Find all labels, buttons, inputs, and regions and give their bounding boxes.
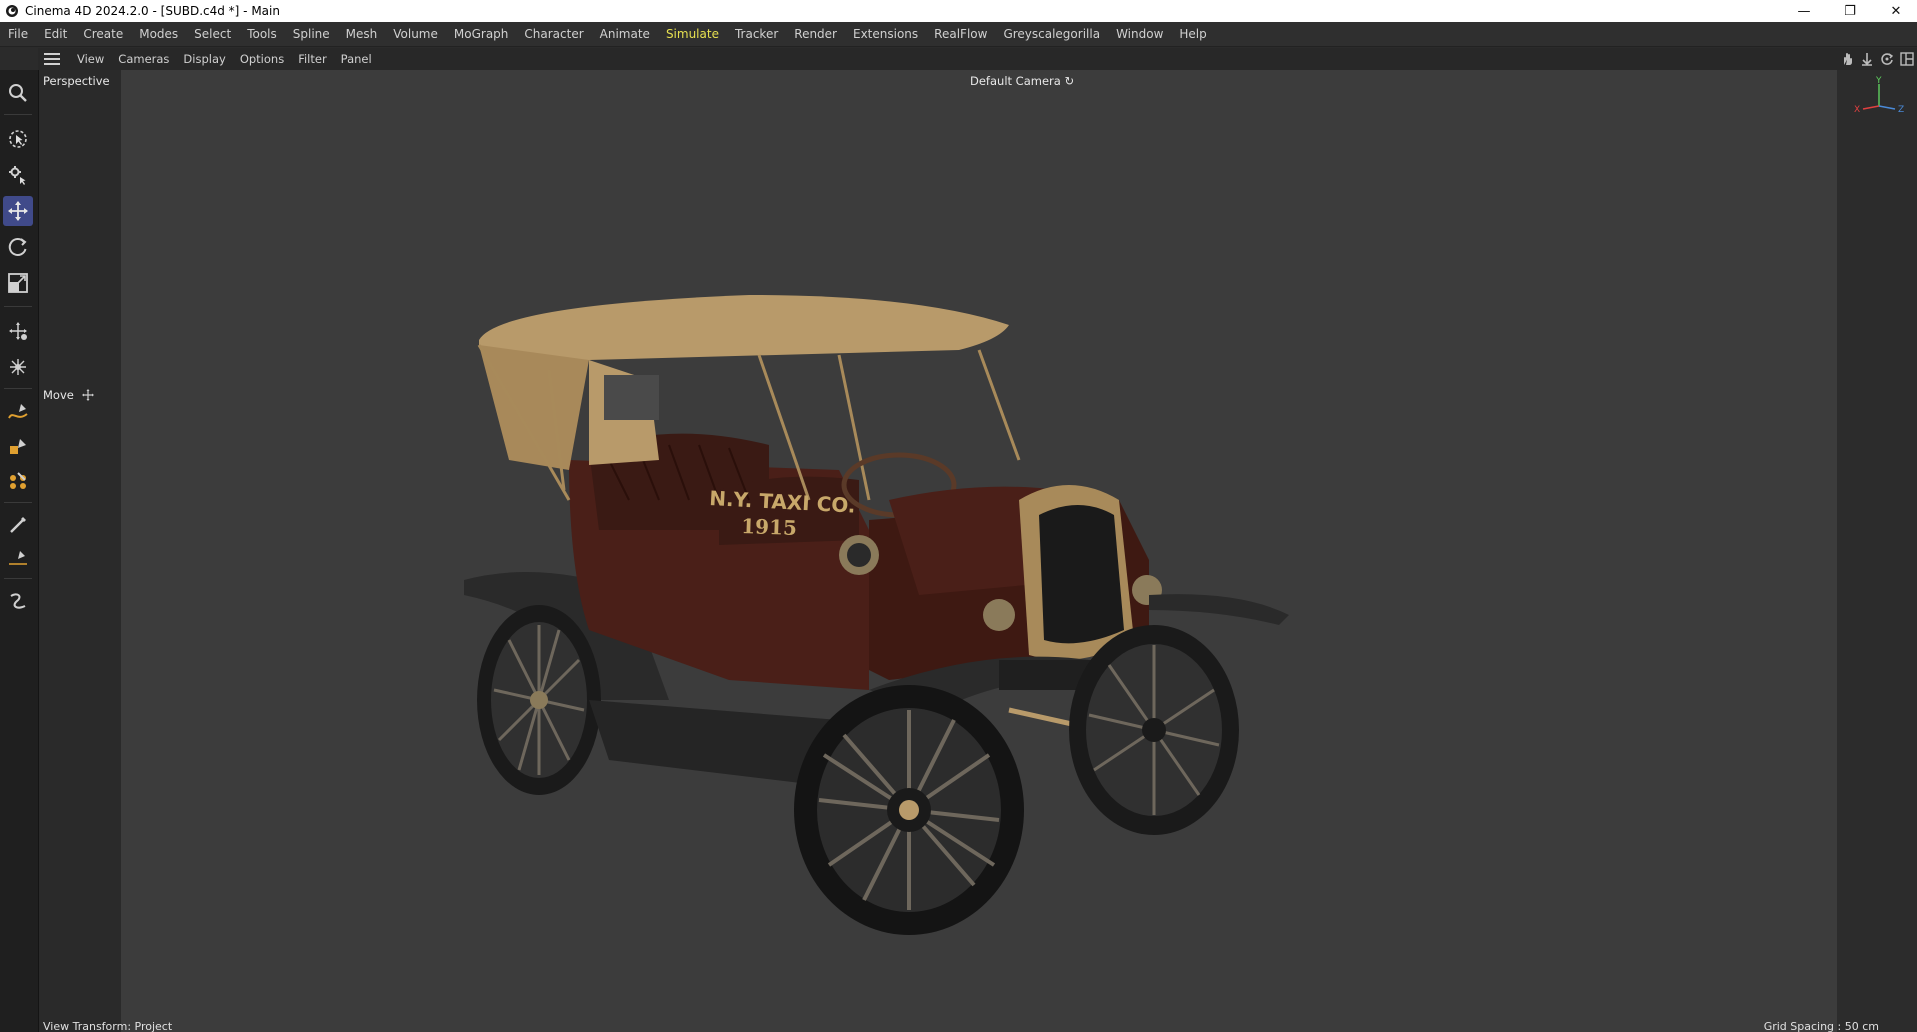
viewmenu-display[interactable]: Display <box>176 52 232 66</box>
menu-file[interactable]: File <box>0 22 36 46</box>
grid-spacing-status: Grid Spacing : 50 cm <box>1763 1020 1879 1032</box>
spline-sketch-icon <box>10 439 26 454</box>
scale-tool-button[interactable] <box>3 268 33 298</box>
menu-simulate[interactable]: Simulate <box>658 22 727 46</box>
axis-gizmo: Y X Z <box>1854 76 1904 115</box>
switch-layout-icon[interactable] <box>1897 49 1917 69</box>
menu-edit[interactable]: Edit <box>36 22 75 46</box>
brush-tool-button[interactable] <box>3 510 33 540</box>
rotate-icon <box>8 238 27 256</box>
spline-curve-icon <box>10 593 26 609</box>
move-tool-button[interactable] <box>3 196 33 226</box>
brush-icon <box>10 517 26 533</box>
menu-render[interactable]: Render <box>786 22 845 46</box>
menu-spline[interactable]: Spline <box>285 22 338 46</box>
menu-tracker[interactable]: Tracker <box>727 22 786 46</box>
spline-pen-icon <box>8 404 28 419</box>
taxi-car-model[interactable]: N.Y. TAXI CO. 1915 <box>419 200 1439 1000</box>
viewport-perspective[interactable]: Perspective Default Camera ↻ Move Y X Z <box>39 70 1917 1032</box>
placement-icon <box>10 359 26 375</box>
spline-pen-button[interactable] <box>3 398 33 428</box>
axis-y-label: Y <box>1875 76 1882 86</box>
knife-line-icon <box>9 551 27 565</box>
projection-label[interactable]: Perspective <box>43 74 110 88</box>
viewport-menu-bar: View Cameras Display Options Filter Pane… <box>38 48 1917 70</box>
spline-smooth-button[interactable] <box>3 466 33 496</box>
viewmenu-view[interactable]: View <box>70 52 111 66</box>
transfer-tool-button[interactable] <box>3 316 33 346</box>
search-tool-button[interactable] <box>3 78 33 108</box>
close-icon: ✕ <box>1890 3 1902 19</box>
front-right-wheel <box>1069 625 1239 835</box>
transfer-icon <box>9 322 27 340</box>
menu-create[interactable]: Create <box>75 22 131 46</box>
viewmenu-options[interactable]: Options <box>233 52 291 66</box>
viewmenu-filter[interactable]: Filter <box>291 52 333 66</box>
dolly-view-icon[interactable] <box>1857 49 1877 69</box>
restore-icon: ❐ <box>1844 3 1856 19</box>
axis-x-label: X <box>1854 105 1860 115</box>
pan-view-icon[interactable] <box>1837 49 1857 69</box>
menu-volume[interactable]: Volume <box>385 22 446 46</box>
spline-smooth-icon <box>10 472 26 489</box>
live-selection-button[interactable] <box>3 124 33 154</box>
camera-name: Default Camera <box>970 74 1061 88</box>
knife-tool-button[interactable] <box>3 544 33 574</box>
menu-mesh[interactable]: Mesh <box>338 22 386 46</box>
viewport-left-margin <box>39 70 121 1032</box>
left-tool-palette <box>0 70 39 1032</box>
minimize-icon: — <box>1797 3 1811 19</box>
placement-tool-button[interactable] <box>3 352 33 382</box>
menu-character[interactable]: Character <box>516 22 591 46</box>
camera-switch-icon[interactable]: ↻ <box>1064 74 1074 88</box>
viewport-right-margin <box>1837 70 1917 1032</box>
rear-wheel <box>477 605 601 795</box>
close-button[interactable]: ✕ <box>1873 0 1917 22</box>
hamburger-menu-icon[interactable] <box>44 53 60 65</box>
minimize-button[interactable]: — <box>1781 0 1827 22</box>
move-small-icon <box>81 389 94 401</box>
active-tool-hud: Move <box>43 388 94 402</box>
spline-sketch-button[interactable] <box>3 432 33 462</box>
menu-animate[interactable]: Animate <box>592 22 658 46</box>
taxi-text-line2: 1915 <box>741 514 797 540</box>
spline-mask-button[interactable] <box>3 586 33 616</box>
menu-extensions[interactable]: Extensions <box>845 22 926 46</box>
front-left-wheel <box>794 685 1024 935</box>
menu-mograph[interactable]: MoGraph <box>446 22 517 46</box>
view-transform-status: View Transform: Project <box>43 1020 173 1032</box>
menu-modes[interactable]: Modes <box>131 22 186 46</box>
transform-tools-button[interactable] <box>3 160 33 190</box>
restore-button[interactable]: ❐ <box>1827 0 1873 22</box>
menu-greyscalegorilla[interactable]: Greyscalegorilla <box>995 22 1108 46</box>
menu-tools[interactable]: Tools <box>239 22 285 46</box>
viewmenu-panel[interactable]: Panel <box>334 52 379 66</box>
menu-help[interactable]: Help <box>1171 22 1214 46</box>
menu-window[interactable]: Window <box>1108 22 1171 46</box>
live-selection-icon <box>9 130 27 148</box>
active-tool-name: Move <box>43 388 74 402</box>
viewmenu-cameras[interactable]: Cameras <box>111 52 176 66</box>
title-bar: Cinema 4D 2024.2.0 - [SUBD.c4d *] - Main <box>0 0 1917 22</box>
rotate-view-icon[interactable] <box>1877 49 1897 69</box>
rotate-tool-button[interactable] <box>3 232 33 262</box>
gear-transform-icon <box>9 166 26 185</box>
main-menu-bar: File Edit Create Modes Select Tools Spli… <box>0 22 1917 47</box>
menu-select[interactable]: Select <box>186 22 239 46</box>
axis-z-label: Z <box>1898 105 1904 115</box>
window-title: Cinema 4D 2024.2.0 - [SUBD.c4d *] - Main <box>25 4 280 18</box>
menu-realflow[interactable]: RealFlow <box>926 22 995 46</box>
search-icon <box>9 84 27 102</box>
cinema4d-logo-icon <box>6 5 18 17</box>
move-icon <box>8 201 28 221</box>
scale-icon <box>8 273 28 293</box>
camera-label[interactable]: Default Camera ↻ <box>970 74 1074 88</box>
